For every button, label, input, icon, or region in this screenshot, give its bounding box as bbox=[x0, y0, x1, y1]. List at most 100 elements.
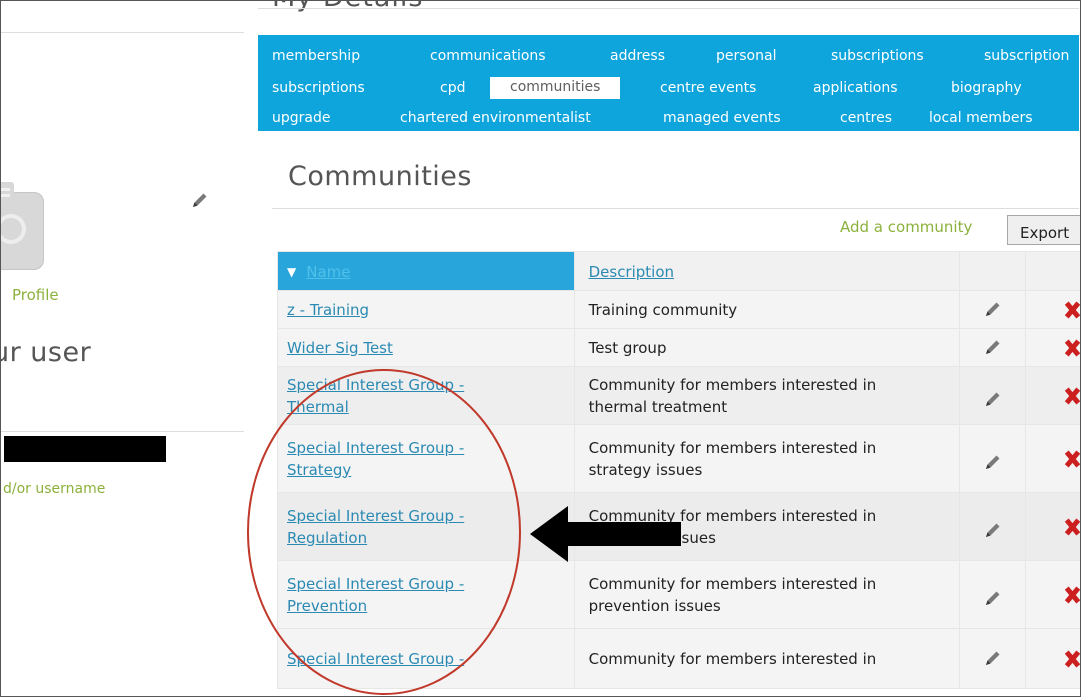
tab-local-members[interactable]: local members bbox=[929, 108, 1033, 130]
community-name-cell: Special Interest Group - Regulation bbox=[277, 492, 575, 561]
username-link[interactable]: d/or username bbox=[3, 481, 105, 497]
title-divider bbox=[258, 8, 1079, 9]
tab-managed-events[interactable]: managed events bbox=[663, 108, 781, 130]
tab-address[interactable]: address bbox=[610, 46, 665, 68]
community-name-link[interactable]: Special Interest Group - Strategy bbox=[287, 437, 566, 481]
delete-cell bbox=[1024, 366, 1081, 425]
delete-cell bbox=[1024, 424, 1081, 493]
community-description-cell: Training community bbox=[573, 290, 961, 329]
pencil-icon[interactable] bbox=[983, 389, 1003, 413]
tab-subscriptions-2[interactable]: subscriptions bbox=[272, 78, 365, 100]
delete-cell bbox=[1024, 628, 1081, 689]
delete-x-icon[interactable] bbox=[1066, 301, 1080, 319]
pencil-icon[interactable] bbox=[983, 337, 1003, 361]
community-name-text[interactable]: Special Interest Group - bbox=[287, 505, 566, 527]
delete-x-icon[interactable] bbox=[1066, 339, 1080, 357]
community-name-text[interactable]: Strategy bbox=[287, 459, 566, 481]
pencil-icon[interactable] bbox=[983, 648, 1003, 672]
delete-cell bbox=[1024, 492, 1081, 561]
name-header-label[interactable]: Name bbox=[306, 263, 350, 281]
pencil-icon[interactable] bbox=[983, 588, 1003, 612]
community-name-link[interactable]: Special Interest Group - Thermal bbox=[287, 374, 566, 418]
community-description-text: thermal treatment bbox=[588, 397, 728, 416]
community-description-text: Test group bbox=[588, 338, 667, 357]
tab-communities[interactable]: communities bbox=[490, 77, 621, 99]
community-description-cell: Community for members interested in preve… bbox=[573, 560, 961, 629]
community-description-cell: Community for members interested in strat… bbox=[573, 424, 961, 493]
pencil-icon[interactable] bbox=[983, 299, 1003, 323]
delete-x-icon[interactable] bbox=[1066, 450, 1080, 468]
community-name-text[interactable]: Special Interest Group - bbox=[287, 573, 566, 595]
table-row: Special Interest Group - Community for me… bbox=[277, 628, 1081, 689]
description-header-label[interactable]: Description bbox=[589, 263, 674, 281]
delete-x-icon[interactable] bbox=[1066, 518, 1080, 536]
edit-cell bbox=[959, 328, 1026, 367]
table-row: Wider Sig Test Test group bbox=[277, 328, 1081, 367]
tab-communications[interactable]: communications bbox=[430, 46, 546, 68]
delete-x-icon[interactable] bbox=[1066, 387, 1080, 405]
camera-icon[interactable] bbox=[0, 182, 44, 270]
edit-cell bbox=[959, 366, 1026, 425]
community-description-cell: Community for members interested in bbox=[573, 628, 961, 689]
delete-x-icon[interactable] bbox=[1066, 650, 1080, 668]
community-name-text[interactable]: Regulation bbox=[287, 527, 566, 549]
community-name-link[interactable]: Special Interest Group - Prevention bbox=[287, 573, 566, 617]
page-title: My Details bbox=[272, 0, 423, 13]
community-description-cell: Community for members interested in therm… bbox=[573, 366, 961, 425]
community-description-text: Community for members interested in bbox=[588, 438, 877, 457]
tab-membership[interactable]: membership bbox=[272, 46, 360, 68]
community-description-text: prevention issues bbox=[588, 596, 721, 615]
export-button[interactable]: Export bbox=[1007, 215, 1081, 245]
sidebar-divider bbox=[0, 32, 244, 33]
community-name-cell: Special Interest Group - Strategy bbox=[277, 424, 575, 493]
tab-subscriptions[interactable]: subscriptions bbox=[831, 46, 924, 68]
tab-centres[interactable]: centres bbox=[840, 108, 892, 130]
community-name-link[interactable]: Wider Sig Test bbox=[287, 337, 566, 359]
profile-link[interactable]: Profile bbox=[12, 286, 59, 304]
edit-cell bbox=[959, 290, 1026, 329]
edit-cell bbox=[959, 424, 1026, 493]
community-name-text[interactable]: z - Training bbox=[287, 299, 566, 321]
community-description-text: strategy issues bbox=[588, 460, 703, 479]
edit-column-header bbox=[959, 251, 1026, 291]
tab-subscription[interactable]: subscription bbox=[984, 46, 1069, 68]
tab-centre-events[interactable]: centre events bbox=[660, 78, 756, 100]
delete-cell bbox=[1024, 560, 1081, 629]
tab-biography[interactable]: biography bbox=[951, 78, 1022, 100]
sort-arrow-icon: ▼ bbox=[287, 264, 297, 279]
community-description-text: Community for members interested in bbox=[588, 375, 877, 394]
tab-chartered-environmentalist[interactable]: chartered environmentalist bbox=[400, 108, 591, 130]
community-name-link[interactable]: z - Training bbox=[287, 299, 566, 321]
tab-personal[interactable]: personal bbox=[716, 46, 776, 68]
tab-upgrade[interactable]: upgrade bbox=[272, 108, 330, 130]
community-name-text[interactable]: Prevention bbox=[287, 595, 566, 617]
pencil-icon[interactable] bbox=[983, 520, 1003, 544]
community-name-cell: Special Interest Group - Prevention bbox=[277, 560, 575, 629]
description-column-header[interactable]: Description bbox=[573, 251, 961, 291]
community-name-text[interactable]: Wider Sig Test bbox=[287, 337, 566, 359]
communities-table: ▼ Name Description z - Training Training c… bbox=[277, 251, 1081, 689]
community-name-text[interactable]: Special Interest Group - bbox=[287, 437, 566, 459]
community-name-text[interactable]: Special Interest Group - bbox=[287, 374, 566, 396]
pencil-icon[interactable] bbox=[983, 452, 1003, 476]
name-column-header[interactable]: ▼ Name bbox=[277, 251, 575, 291]
community-name-text[interactable]: Special Interest Group - bbox=[287, 648, 566, 670]
edit-profile-pencil-icon[interactable] bbox=[190, 190, 210, 210]
community-name-text[interactable]: Thermal bbox=[287, 396, 566, 418]
delete-cell bbox=[1024, 290, 1081, 329]
add-community-link[interactable]: Add a community bbox=[840, 218, 972, 236]
delete-cell bbox=[1024, 328, 1081, 367]
tab-cpd[interactable]: cpd bbox=[440, 78, 465, 100]
user-heading: ur user bbox=[0, 337, 92, 368]
delete-x-icon[interactable] bbox=[1066, 586, 1080, 604]
community-name-link[interactable]: Special Interest Group - bbox=[287, 648, 566, 670]
edit-cell bbox=[959, 492, 1026, 561]
community-name-cell: Wider Sig Test bbox=[277, 328, 575, 367]
community-name-link[interactable]: Special Interest Group - Regulation bbox=[287, 505, 566, 549]
delete-column-header bbox=[1024, 251, 1081, 291]
community-name-cell: Special Interest Group - Thermal bbox=[277, 366, 575, 425]
table-row: Special Interest Group - Thermal Community… bbox=[277, 366, 1081, 425]
community-name-cell: z - Training bbox=[277, 290, 575, 329]
community-description-text: Community for members interested in bbox=[588, 574, 877, 593]
tab-applications[interactable]: applications bbox=[813, 78, 898, 100]
